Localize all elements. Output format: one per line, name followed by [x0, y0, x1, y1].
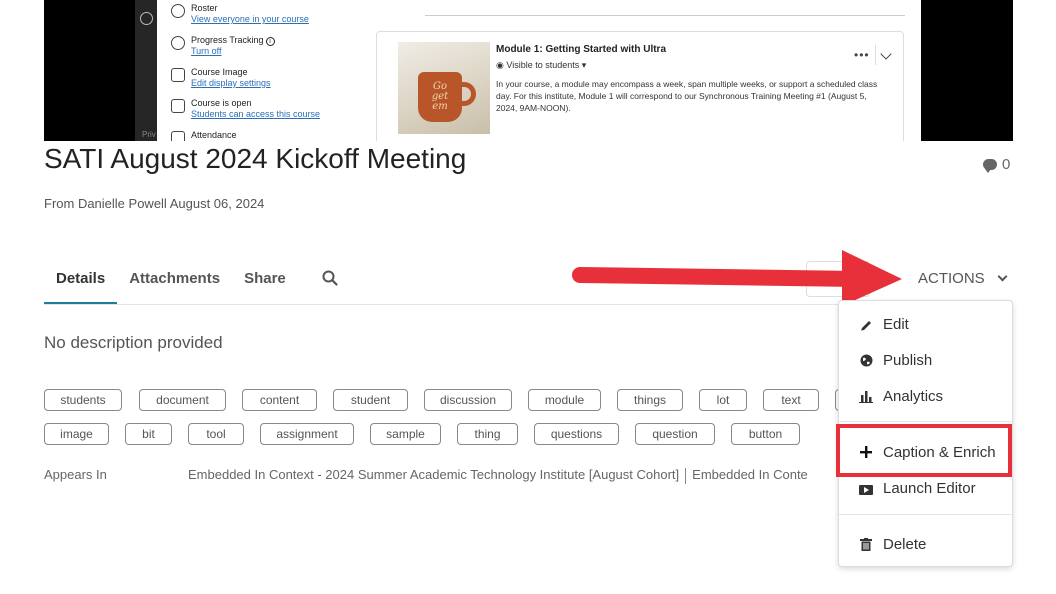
frame-left-nav: Priv	[135, 0, 157, 141]
tag[interactable]: document	[139, 389, 226, 411]
tag[interactable]: content	[242, 389, 317, 411]
module-thumbnail: Go get em	[398, 42, 490, 134]
cp-link: View everyone in your course	[191, 14, 309, 24]
film-icon	[859, 481, 873, 495]
menu-item-label: Analytics	[883, 387, 944, 405]
progress-check-icon	[171, 36, 185, 50]
cp-item-image: Course Image Edit display settings	[171, 67, 271, 89]
tag[interactable]: assignment	[260, 423, 354, 445]
menu-divider	[839, 514, 1014, 515]
chevron-down-icon	[997, 271, 1008, 282]
menu-item-edit[interactable]: Edit	[839, 306, 1014, 342]
cp-title: Attendance	[191, 130, 237, 140]
menu-divider	[839, 421, 1014, 422]
cp-link: Edit display settings	[191, 78, 271, 88]
tag[interactable]: sample	[370, 423, 441, 445]
menu-item-label: Delete	[883, 535, 927, 553]
image-icon	[171, 68, 185, 82]
tag[interactable]: module	[528, 389, 601, 411]
description-text: No description provided	[44, 333, 223, 352]
appears-in-link[interactable]: Embedded In Context - 2024 Summer Academ…	[188, 467, 679, 482]
tab-details[interactable]: Details	[44, 260, 118, 305]
tag[interactable]: student	[333, 389, 408, 411]
bar-chart-icon	[859, 389, 873, 403]
mug-handle	[458, 82, 476, 106]
cp-item-attendance: Attendance	[171, 130, 237, 141]
exit-icon	[140, 12, 153, 25]
cp-title: Progress Tracking i	[191, 35, 275, 46]
cp-title-text: Progress Tracking	[191, 35, 264, 45]
tag[interactable]: lot	[699, 389, 747, 411]
actions-dropdown[interactable]: ACTIONS	[918, 270, 1008, 287]
cp-item-roster: Roster View everyone in your course	[171, 3, 309, 25]
cp-title: Course is open	[191, 98, 252, 108]
video-frame: Priv Roster View everyone in your course…	[135, 0, 921, 141]
appears-in-link[interactable]: Embedded In Conte	[692, 467, 808, 482]
person-icon	[171, 4, 185, 18]
tab-bar: Details Attachments Share	[44, 260, 350, 305]
comment-count-value: 0	[1002, 156, 1011, 173]
module-description: In your course, a module may encompass a…	[496, 79, 878, 113]
tab-share[interactable]: Share	[232, 260, 298, 305]
tab-attachments[interactable]: Attachments	[117, 260, 232, 305]
search-icon[interactable]	[298, 260, 350, 305]
page-title: SATI August 2024 Kickoff Meeting	[44, 143, 467, 174]
tag[interactable]: image	[44, 423, 109, 445]
menu-item-label: Publish	[883, 351, 933, 369]
tag[interactable]: bit	[125, 423, 172, 445]
visibility-text: Visible to students ▾	[506, 60, 587, 70]
separator	[685, 467, 687, 484]
appears-in-value: Embedded In Context - 2024 Summer Academ…	[188, 467, 838, 484]
menu-item-publish[interactable]: Publish	[839, 342, 1014, 378]
tag[interactable]: tool	[188, 423, 244, 445]
tag[interactable]: things	[617, 389, 683, 411]
tag[interactable]: students	[44, 389, 122, 411]
menu-item-label: Edit	[883, 315, 909, 333]
module-divider	[875, 45, 876, 65]
tag[interactable]: questions	[534, 423, 619, 445]
lock-open-icon	[171, 99, 185, 113]
appears-in-label: Appears In	[44, 467, 107, 482]
actions-label: ACTIONS	[918, 270, 985, 287]
privacy-text: Priv	[142, 130, 156, 139]
tag[interactable]: button	[731, 423, 800, 445]
cp-item-open: Course is open Students can access this …	[171, 98, 320, 120]
cp-title: Course Image	[191, 67, 248, 77]
menu-item-delete[interactable]: Delete	[839, 526, 1014, 562]
byline: From Danielle Powell August 06, 2024	[44, 196, 265, 211]
more-icon: •••	[854, 48, 870, 62]
cp-title: Roster	[191, 3, 218, 13]
calendar-icon	[171, 131, 185, 141]
menu-item-label: Launch Editor	[883, 479, 976, 497]
trash-icon	[859, 537, 873, 551]
tag[interactable]: question	[635, 423, 715, 445]
tag[interactable]: thing	[457, 423, 518, 445]
chevron-down-icon	[880, 48, 892, 60]
globe-icon	[859, 353, 873, 367]
module-card: Go get em Module 1: Getting Started with…	[376, 31, 904, 141]
eye-icon: ◉	[496, 60, 504, 70]
module-visibility: ◉ Visible to students ▾	[496, 60, 586, 71]
menu-item-analytics[interactable]: Analytics	[839, 378, 1014, 414]
annotation-highlight-box	[836, 424, 1012, 477]
module-title: Module 1: Getting Started with Ultra	[496, 44, 667, 55]
cp-item-progress: Progress Tracking i Turn off	[171, 35, 275, 57]
divider	[425, 15, 905, 16]
annotation-arrow-icon	[572, 250, 902, 306]
info-icon: i	[265, 37, 275, 46]
cp-link: Turn off	[191, 46, 222, 56]
pencil-icon	[859, 317, 873, 331]
cp-link: Students can access this course	[191, 109, 321, 119]
comment-icon	[983, 159, 997, 173]
tag[interactable]: text	[763, 389, 819, 411]
video-player[interactable]: Priv Roster View everyone in your course…	[44, 0, 1013, 141]
tag[interactable]: discussion	[424, 389, 512, 411]
mug-text: Go get em	[431, 81, 449, 112]
comment-count[interactable]: 0	[983, 156, 1010, 173]
